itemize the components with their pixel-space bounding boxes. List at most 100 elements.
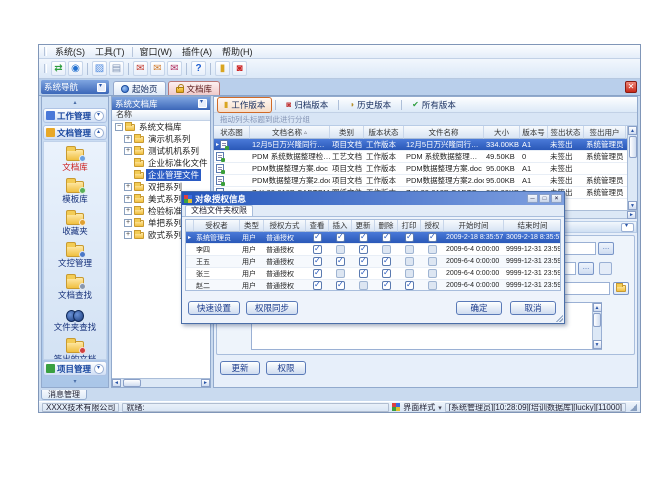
- checkbox-checked-icon[interactable]: [428, 233, 437, 242]
- checkbox-unchecked-icon[interactable]: [428, 245, 437, 254]
- chevron-down-icon[interactable]: [438, 403, 442, 412]
- mail-delete-icon[interactable]: ✉: [167, 61, 182, 76]
- cancel-button[interactable]: 取消: [510, 301, 556, 315]
- sidebar-expand-strip[interactable]: [43, 377, 107, 386]
- column-header[interactable]: 开始时间: [444, 220, 504, 232]
- checkbox-unchecked-icon[interactable]: [405, 257, 414, 266]
- tab-start-page[interactable]: 起始页: [113, 81, 166, 95]
- table-row[interactable]: PDM数据整理方案2.doc项目文档工作版本PDM数据整理方案2.doc95.0…: [214, 175, 637, 187]
- chevron-down-icon[interactable]: [94, 364, 104, 374]
- sidebar-item[interactable]: 签出的文档: [54, 337, 97, 360]
- checkbox-unchecked-icon[interactable]: [428, 281, 437, 290]
- column-header[interactable]: 结束时间: [504, 220, 561, 232]
- permission-button[interactable]: 权限: [266, 361, 306, 375]
- column-header[interactable]: 类别: [330, 126, 364, 139]
- tree-hscrollbar[interactable]: [112, 378, 210, 387]
- browse-button-1[interactable]: [598, 242, 614, 255]
- checkbox-checked-icon[interactable]: [382, 281, 391, 290]
- tab-message-manage[interactable]: 消息管理: [41, 390, 87, 400]
- checkbox-unchecked-icon[interactable]: [359, 281, 368, 290]
- globe-icon[interactable]: ◉: [68, 61, 83, 76]
- nav-caption-menu-button[interactable]: [97, 83, 106, 92]
- column-header[interactable]: 类型: [240, 220, 264, 232]
- column-header[interactable]: 大小: [484, 126, 520, 139]
- expand-icon[interactable]: [124, 207, 132, 215]
- sidebar-group-header[interactable]: 文档管理: [43, 125, 107, 140]
- permission-row[interactable]: 王五用户普通授权2009-6-4 0:00:009999-12-31 23:59…: [186, 256, 560, 268]
- menu-item[interactable]: 插件(A): [177, 45, 217, 58]
- tree-column-header[interactable]: 名称: [112, 110, 210, 121]
- column-header[interactable]: 文档名称: [250, 126, 330, 139]
- sidebar-collapse-strip[interactable]: [43, 98, 107, 107]
- column-header[interactable]: 查看: [306, 220, 329, 232]
- column-header[interactable]: 版本号: [520, 126, 548, 139]
- permission-row[interactable]: 赵二用户普通授权2009-6-4 0:00:009999-12-31 23:59…: [186, 280, 560, 291]
- permission-row[interactable]: 李四用户普通授权2009-6-4 0:00:009999-12-31 23:59…: [186, 244, 560, 256]
- checkbox-unchecked-icon[interactable]: [382, 245, 391, 254]
- exit-icon[interactable]: ◙: [232, 61, 247, 76]
- chevron-up-icon[interactable]: [94, 128, 104, 138]
- checkbox-checked-icon[interactable]: [313, 281, 322, 290]
- close-tab-button[interactable]: [625, 81, 637, 93]
- dialog-title-bar[interactable]: 对象授权信息: [182, 192, 564, 205]
- tab-version-2[interactable]: ◙归档版本: [279, 97, 335, 113]
- ok-button[interactable]: 确定: [456, 301, 502, 315]
- tab-version-3[interactable]: ◑历史版本: [342, 97, 398, 113]
- checkbox-checked-icon[interactable]: [313, 233, 322, 242]
- tree-node[interactable]: 测试机机系列: [112, 145, 210, 157]
- checkbox-checked-icon[interactable]: [405, 233, 414, 242]
- mail-send-icon[interactable]: ✉: [133, 61, 148, 76]
- column-header[interactable]: 状态图: [214, 126, 250, 139]
- textarea-vscrollbar[interactable]: [592, 303, 601, 349]
- collapse-icon[interactable]: [115, 123, 123, 131]
- sidebar-item[interactable]: 文控管理: [58, 241, 92, 273]
- toolbar-grip[interactable]: [44, 64, 47, 73]
- tree-node[interactable]: 企业管理文件: [112, 169, 210, 181]
- sidebar-item[interactable]: 文档查找: [58, 273, 92, 305]
- checkbox-checked-icon[interactable]: [359, 269, 368, 278]
- table-row[interactable]: PDM 系统数据整理检…工艺文档工作版本PDM 系统数据整理…49.50KB0未…: [214, 151, 637, 163]
- checkbox-unchecked-icon[interactable]: [405, 269, 414, 278]
- column-header[interactable]: 受权者: [194, 220, 240, 232]
- checkbox-checked-icon[interactable]: [382, 257, 391, 266]
- checkbox-unchecked-icon[interactable]: [336, 269, 345, 278]
- browse-button-2[interactable]: [578, 262, 594, 275]
- checkbox-checked-icon[interactable]: [382, 233, 391, 242]
- expand-icon[interactable]: [124, 135, 132, 143]
- expand-icon[interactable]: [124, 183, 132, 191]
- scroll-thumb[interactable]: [123, 379, 141, 387]
- checkbox-checked-icon[interactable]: [336, 281, 345, 290]
- checkbox-unchecked-icon[interactable]: [428, 257, 437, 266]
- perm-sync-button[interactable]: 权限同步: [246, 301, 298, 315]
- tab-version-4[interactable]: ✔所有版本: [405, 97, 463, 113]
- scroll-down-icon[interactable]: [593, 340, 602, 349]
- column-header[interactable]: 打印: [398, 220, 421, 232]
- scroll-up-icon[interactable]: [628, 126, 637, 135]
- menu-item[interactable]: 窗口(W): [135, 45, 178, 58]
- menu-item[interactable]: 系统(S): [50, 45, 90, 58]
- detail-checkbox[interactable]: [599, 262, 612, 275]
- expand-icon[interactable]: [124, 195, 132, 203]
- tree-node[interactable]: 演示机系列: [112, 133, 210, 145]
- expand-icon[interactable]: [124, 147, 132, 155]
- dialog-resize-grip[interactable]: [555, 314, 563, 322]
- tree-caption-button[interactable]: [198, 99, 207, 108]
- checkbox-unchecked-icon[interactable]: [336, 245, 345, 254]
- sidebar-group-header[interactable]: 工作管理: [43, 108, 107, 123]
- column-header[interactable]: 版本状态: [364, 126, 404, 139]
- scroll-right-icon[interactable]: [201, 379, 210, 387]
- tree-node[interactable]: 企业标准化文件: [112, 157, 210, 169]
- chevron-down-icon[interactable]: [94, 111, 104, 121]
- checkbox-checked-icon[interactable]: [336, 233, 345, 242]
- tab-version-1[interactable]: ▮工作版本: [217, 97, 272, 113]
- menu-item[interactable]: 工具(T): [90, 45, 130, 58]
- checkbox-checked-icon[interactable]: [359, 233, 368, 242]
- menubar-grip[interactable]: [44, 47, 47, 56]
- scroll-right-icon[interactable]: [627, 211, 636, 219]
- close-icon[interactable]: [551, 194, 562, 203]
- folder-open-button[interactable]: [613, 282, 629, 295]
- scroll-thumb[interactable]: [629, 136, 637, 158]
- table-row[interactable]: 12月5日万兴隆同行…项目文档工作版本12月5日万兴隆同行…334.00KBA1…: [214, 139, 637, 151]
- maximize-icon[interactable]: [539, 194, 550, 203]
- style-label[interactable]: 界面样式: [403, 402, 435, 413]
